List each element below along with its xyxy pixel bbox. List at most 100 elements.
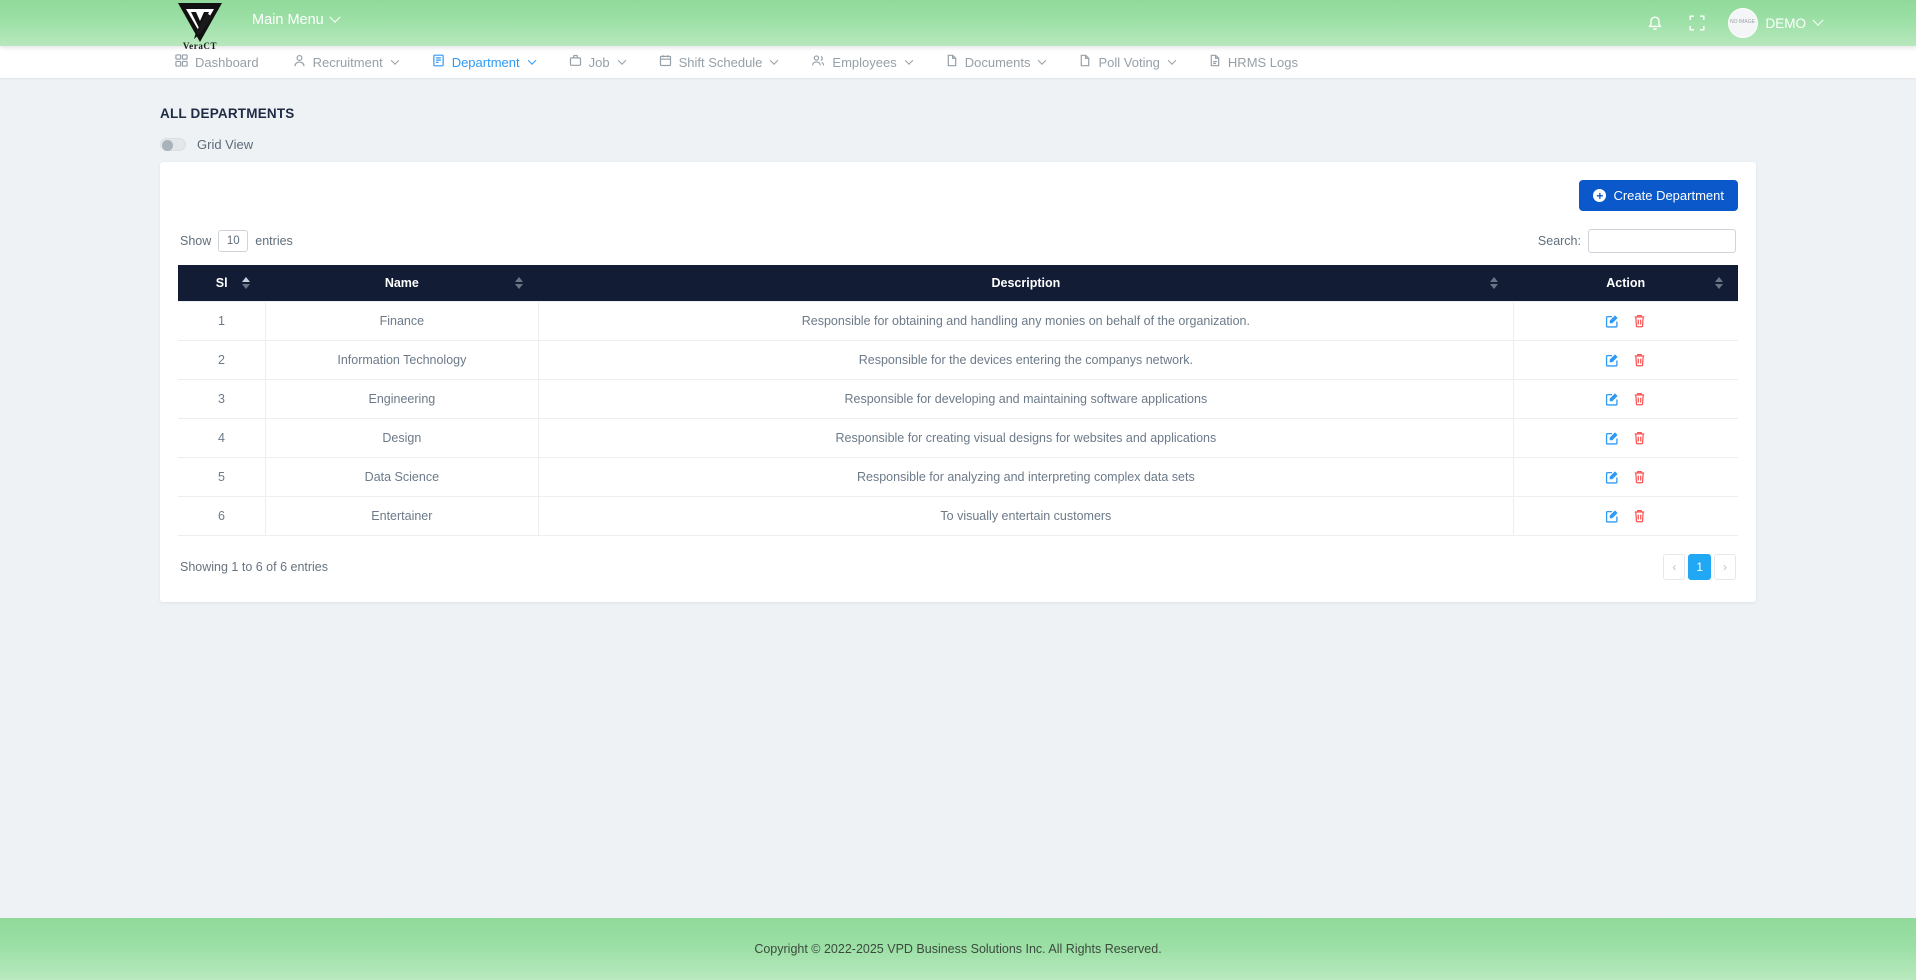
datatable-controls: Show 10 entries Search: [178, 229, 1738, 253]
cell-description: To visually entertain customers [538, 497, 1513, 536]
brand-logo[interactable]: VeraCT [160, 0, 240, 56]
briefcase-icon [569, 54, 582, 70]
avatar[interactable]: NO IMAGE [1728, 8, 1758, 38]
cell-sl: 2 [178, 341, 265, 380]
departments-table: Sl Name Description Action [178, 265, 1738, 536]
nav-label: Job [589, 55, 610, 70]
grid-view-toggle-row: Grid View [160, 137, 1756, 152]
chevron-down-icon [527, 56, 535, 64]
nav-item-recruitment[interactable]: Recruitment [276, 46, 415, 78]
table-row: 2 Information Technology Responsible for… [178, 341, 1738, 380]
main-menu-label: Main Menu [252, 12, 324, 28]
departments-card: + Create Department Show 10 entries Sear… [160, 162, 1756, 602]
cell-description: Responsible for obtaining and handling a… [538, 302, 1513, 341]
delete-icon[interactable] [1633, 314, 1646, 328]
nav-label: Documents [965, 55, 1031, 70]
cell-description: Responsible for creating visual designs … [538, 419, 1513, 458]
show-label: Show [180, 234, 211, 248]
log-icon [1209, 54, 1221, 70]
column-header-sl[interactable]: Sl [178, 265, 265, 302]
card-toolbar: + Create Department [178, 180, 1738, 211]
user-menu[interactable]: NO IMAGE DEMO [1728, 8, 1823, 38]
bell-icon[interactable] [1644, 12, 1666, 34]
edit-icon[interactable] [1605, 353, 1619, 367]
nav-item-poll-voting[interactable]: Poll Voting [1062, 46, 1191, 78]
nav-item-job[interactable]: Job [552, 46, 642, 78]
cell-sl: 5 [178, 458, 265, 497]
create-department-button[interactable]: + Create Department [1579, 180, 1738, 211]
page-title: ALL DEPARTMENTS [160, 78, 1756, 121]
search-label: Search: [1538, 234, 1581, 248]
nav-label: HRMS Logs [1228, 55, 1298, 70]
chevron-down-icon [904, 56, 912, 64]
column-header-action[interactable]: Action [1513, 265, 1738, 302]
pagination-previous[interactable]: ‹ [1663, 554, 1685, 580]
nav-label: Poll Voting [1098, 55, 1159, 70]
page-length-select[interactable]: 10 [218, 230, 248, 252]
calendar-icon [659, 54, 672, 70]
sort-icon[interactable] [1715, 276, 1724, 290]
fullscreen-icon[interactable] [1686, 12, 1708, 34]
cell-name: Finance [265, 302, 538, 341]
column-header-name[interactable]: Name [265, 265, 538, 302]
pagination: ‹ 1 › [1663, 554, 1736, 580]
copyright-text: Copyright © 2022-2025 VPD Business Solut… [754, 942, 1161, 956]
cell-action [1513, 341, 1738, 380]
table-row: 4 Design Responsible for creating visual… [178, 419, 1738, 458]
cell-action [1513, 458, 1738, 497]
column-header-description[interactable]: Description [538, 265, 1513, 302]
table-row: 6 Entertainer To visually entertain cust… [178, 497, 1738, 536]
cell-sl: 3 [178, 380, 265, 419]
chevron-down-icon [329, 12, 340, 23]
sort-icon[interactable] [1490, 276, 1499, 290]
nav-label: Shift Schedule [679, 55, 763, 70]
grid-view-toggle[interactable] [160, 138, 186, 151]
top-header: VeraCT Main Menu NO IMAGE DEMO [0, 0, 1916, 46]
nav-label: Department [452, 55, 520, 70]
nav-item-department[interactable]: Department [415, 46, 552, 78]
delete-icon[interactable] [1633, 392, 1646, 406]
plus-circle-icon: + [1593, 189, 1606, 202]
pagination-next[interactable]: › [1714, 554, 1736, 580]
search-input[interactable] [1588, 229, 1736, 253]
nav-item-documents[interactable]: Documents [929, 46, 1063, 78]
column-label: Description [991, 276, 1060, 290]
nav-item-shift-schedule[interactable]: Shift Schedule [642, 46, 795, 78]
nav-item-employees[interactable]: Employees [794, 46, 928, 78]
site-footer: Copyright © 2022-2025 VPD Business Solut… [0, 918, 1916, 980]
cell-name: Engineering [265, 380, 538, 419]
chevron-down-icon [770, 56, 778, 64]
pagination-page-1[interactable]: 1 [1688, 554, 1711, 580]
delete-icon[interactable] [1633, 353, 1646, 367]
nav-item-hrms-logs[interactable]: HRMS Logs [1192, 46, 1315, 78]
edit-icon[interactable] [1605, 509, 1619, 523]
column-label: Sl [216, 276, 228, 290]
delete-icon[interactable] [1633, 431, 1646, 445]
delete-icon[interactable] [1633, 509, 1646, 523]
edit-icon[interactable] [1605, 470, 1619, 484]
cell-description: Responsible for developing and maintaini… [538, 380, 1513, 419]
nav-label: Dashboard [195, 55, 259, 70]
table-info: Showing 1 to 6 of 6 entries [180, 560, 328, 574]
grid-view-label: Grid View [197, 137, 253, 152]
datatable-footer: Showing 1 to 6 of 6 entries ‹ 1 › [178, 554, 1738, 580]
entries-label: entries [255, 234, 293, 248]
main-menu-dropdown[interactable]: Main Menu [252, 12, 339, 28]
edit-icon[interactable] [1605, 392, 1619, 406]
building-icon [432, 54, 445, 70]
cell-sl: 1 [178, 302, 265, 341]
cell-action [1513, 419, 1738, 458]
cell-action [1513, 380, 1738, 419]
chevron-down-icon [1038, 56, 1046, 64]
cell-description: Responsible for the devices entering the… [538, 341, 1513, 380]
sort-icon[interactable] [242, 276, 251, 290]
edit-icon[interactable] [1605, 314, 1619, 328]
delete-icon[interactable] [1633, 470, 1646, 484]
sort-icon[interactable] [515, 276, 524, 290]
avatar-placeholder-label: NO IMAGE [1730, 20, 1755, 26]
file-icon [1079, 54, 1091, 70]
table-body: 1 Finance Responsible for obtaining and … [178, 302, 1738, 536]
edit-icon[interactable] [1605, 431, 1619, 445]
chevron-down-icon [1168, 56, 1176, 64]
main-navigation: Dashboard Recruitment Department Job [0, 46, 1916, 78]
